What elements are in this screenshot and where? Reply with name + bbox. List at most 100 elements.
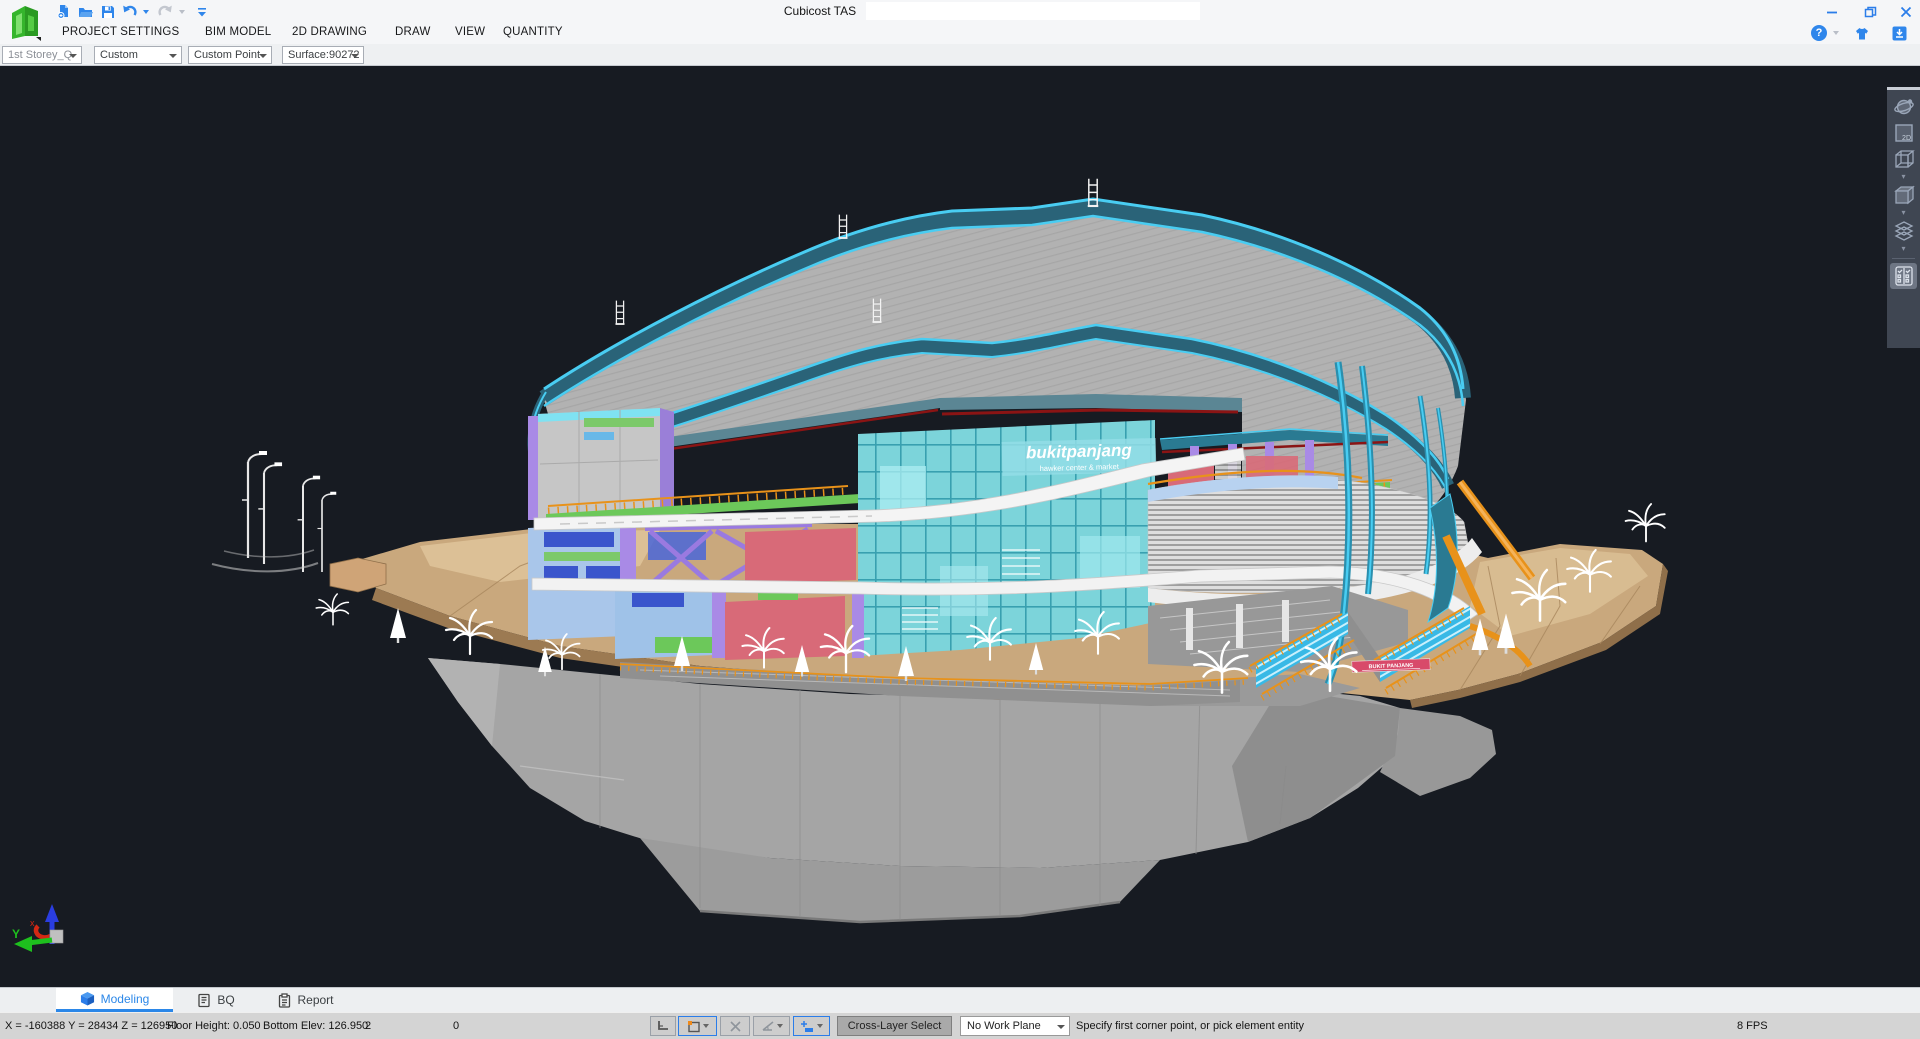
storey-select-value: 1st Storey_Q	[8, 49, 72, 61]
wireframe-cube-icon	[1892, 147, 1916, 171]
layers-dropdown-caret[interactable]: ▾	[1901, 244, 1905, 254]
menu-project-settings[interactable]: PROJECT SETTINGS	[62, 26, 179, 38]
chevron-down-icon	[777, 1024, 783, 1028]
sign-title-text: bukitpanjang	[1026, 441, 1133, 463]
element-type-value: Custom	[100, 49, 138, 61]
ortho-mode-button[interactable]	[650, 1016, 676, 1036]
work-plane-value: No Work Plane	[967, 1020, 1041, 1032]
view-tools-panel: 2D ▾ ▾ ▾	[1887, 90, 1920, 348]
new-file-button[interactable]	[55, 4, 72, 19]
report-clipboard-icon	[278, 993, 291, 1008]
quick-access-toolbar	[55, 4, 215, 19]
help-icon: ?	[1811, 25, 1827, 41]
chevron-down-icon	[1057, 1025, 1065, 1029]
menu-view[interactable]: VIEW	[455, 26, 485, 38]
theme-skin-button[interactable]	[1854, 25, 1870, 41]
menu-quantity[interactable]: QUANTITY	[503, 26, 563, 38]
save-button[interactable]	[99, 4, 116, 19]
layers-icon	[1892, 219, 1916, 243]
point-mode-value: Custom Point	[194, 49, 260, 61]
ortho-icon	[656, 1020, 670, 1032]
floor-height-value-field[interactable]: 2	[365, 1020, 371, 1032]
snap-settings-button[interactable]	[678, 1016, 717, 1036]
3d-viewport[interactable]: bukitpanjang hawker center & market	[0, 66, 1920, 987]
undo-dropdown-caret[interactable]	[143, 10, 149, 14]
shirt-icon	[1854, 26, 1870, 41]
3d-scene-svg[interactable]: bukitpanjang hawker center & market	[0, 66, 1920, 987]
cross-icon	[729, 1020, 742, 1033]
help-button[interactable]: ?	[1811, 25, 1827, 41]
command-prompt: Specify first corner point, or pick elem…	[1076, 1020, 1304, 1032]
axis-y-label: Y	[12, 927, 20, 941]
solid-cube-icon	[1892, 183, 1916, 207]
menu-bim-model[interactable]: BIM MODEL	[205, 26, 271, 38]
menu-2d-drawing[interactable]: 2D DRAWING	[292, 26, 367, 38]
axis-x-label: x	[30, 918, 35, 928]
titlebar: Cubicost TAS	[0, 0, 1920, 22]
bottom-elev-label: Bottom Elev: 126.950	[263, 1020, 368, 1032]
cross-layer-select-button[interactable]: Cross-Layer Select	[837, 1016, 952, 1036]
building-model: bukitpanjang hawker center & market	[528, 179, 1532, 698]
snap-icon	[687, 1020, 701, 1033]
chevron-down-icon	[817, 1024, 823, 1028]
angle-icon	[761, 1020, 775, 1032]
help-dropdown-caret[interactable]	[1833, 25, 1839, 41]
street-lamps	[212, 451, 336, 572]
orbit-icon	[1892, 95, 1916, 119]
chevron-down-icon	[259, 54, 267, 58]
element-list-button[interactable]	[1890, 263, 1917, 289]
orbit-view-button[interactable]	[1890, 94, 1917, 120]
storey-select[interactable]: 1st Storey_Q	[2, 46, 82, 64]
wireframe-dropdown-caret[interactable]: ▾	[1901, 172, 1905, 182]
open-file-button[interactable]	[77, 4, 94, 19]
work-plane-select[interactable]: No Work Plane	[960, 1016, 1070, 1036]
svg-text:2D: 2D	[1902, 135, 1911, 142]
floor-height-label: Floor Height: 0.050	[167, 1020, 261, 1032]
tab-modeling-label: Modeling	[101, 992, 150, 1006]
solid-view-button[interactable]	[1890, 182, 1917, 208]
polar-tracking-button[interactable]	[753, 1016, 790, 1036]
surface-select[interactable]: Surface:90272	[282, 46, 364, 64]
bottom-elev-value-field[interactable]: 0	[453, 1020, 459, 1032]
download-icon	[1892, 26, 1907, 41]
object-snap-icon	[800, 1020, 815, 1033]
close-button[interactable]	[1894, 4, 1918, 19]
app-window: Cubicost TAS PROJECT SETTINGS BIM MODEL …	[0, 0, 1920, 1039]
solid-view-dropdown-caret[interactable]: ▾	[1901, 208, 1905, 218]
surface-select-value: Surface:90272	[288, 49, 360, 61]
tab-report-label: Report	[297, 993, 333, 1007]
tab-modeling[interactable]: Modeling	[56, 988, 173, 1012]
restore-button[interactable]	[1858, 4, 1882, 19]
chevron-down-icon	[703, 1024, 709, 1028]
menu-draw[interactable]: DRAW	[395, 26, 431, 38]
undo-button[interactable]	[121, 4, 138, 19]
chevron-down-icon	[69, 54, 77, 58]
bq-document-icon	[197, 993, 211, 1008]
menubar: PROJECT SETTINGS BIM MODEL 2D DRAWING DR…	[0, 22, 1920, 44]
object-snap-button[interactable]	[793, 1016, 830, 1036]
chevron-down-icon	[169, 54, 177, 58]
view-tools-divider	[1887, 87, 1920, 90]
checklist-icon	[1892, 264, 1916, 288]
ribbon-bar: 1st Storey_Q Custom Custom Point Surface…	[0, 44, 1920, 66]
snap-off-button[interactable]	[720, 1016, 750, 1036]
tools-divider	[1892, 258, 1915, 259]
tab-bq[interactable]: BQ	[180, 988, 252, 1012]
tab-bq-label: BQ	[217, 993, 234, 1007]
axis-gizmo: x Y	[12, 904, 63, 952]
tab-report[interactable]: Report	[264, 988, 348, 1012]
redo-dropdown-caret[interactable]	[179, 10, 185, 14]
element-type-select[interactable]: Custom	[94, 46, 182, 64]
statusbar: X = -160388 Y = 28434 Z = 126950 Floor H…	[0, 1012, 1920, 1039]
toolbar-options-button[interactable]	[193, 4, 210, 19]
titlebar-blank-panel	[866, 2, 1200, 20]
minimize-button[interactable]	[1820, 4, 1844, 19]
point-mode-select[interactable]: Custom Point	[188, 46, 272, 64]
download-update-button[interactable]	[1892, 25, 1907, 41]
redo-button[interactable]	[157, 4, 174, 19]
wireframe-view-button[interactable]	[1890, 146, 1917, 172]
bottom-tabbar: Modeling BQ Report	[0, 987, 1920, 1012]
2d-view-button[interactable]: 2D	[1890, 120, 1917, 146]
layers-button[interactable]	[1890, 218, 1917, 244]
app-logo-icon[interactable]	[8, 3, 42, 41]
